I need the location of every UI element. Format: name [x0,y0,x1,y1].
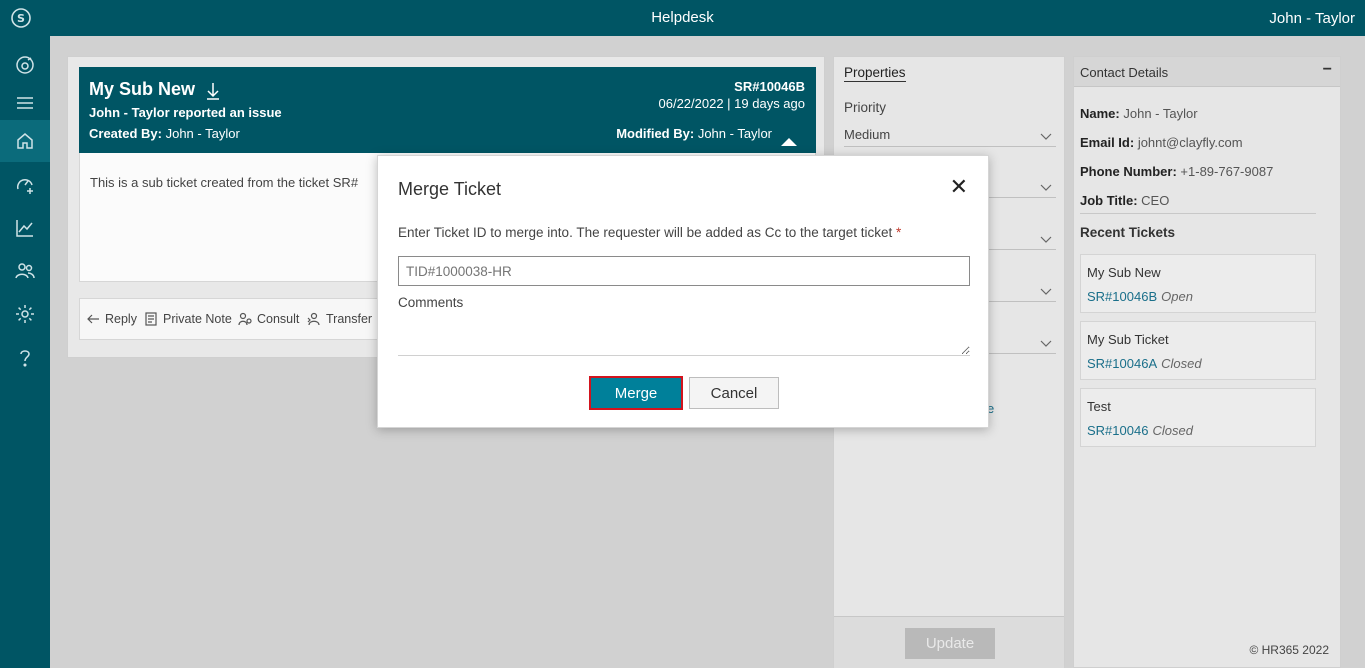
ticket-sr-number: SR#10046B [734,79,805,94]
consult-icon [238,312,252,326]
private-note-button[interactable]: Private Note [144,312,232,326]
sidebar-item-users[interactable] [0,250,50,292]
recent-ticket-link[interactable]: SR#10046B Open [1087,289,1193,304]
minimize-icon[interactable]: − [1323,61,1332,79]
comments-label: Comments [398,295,464,310]
contact-name: Name: John - Taylor [1080,106,1198,121]
priority-label: Priority [844,100,887,115]
ticket-modified: Modified By: John - Taylor [616,126,772,141]
sidebar-item-help[interactable] [0,337,50,379]
comments-textarea[interactable] [398,313,970,356]
dialog-description: Enter Ticket ID to merge into. The reque… [398,225,902,240]
transfer-icon [307,312,320,326]
ticket-title: My Sub New [89,79,196,99]
chevron-down-icon [1040,133,1052,140]
collapse-icon[interactable] [781,138,797,146]
chevron-down-icon [1040,184,1052,191]
recent-tickets-title: Recent Tickets [1080,225,1176,240]
chevron-down-icon [1040,340,1052,347]
sidebar-item-settings[interactable] [0,293,50,335]
sidebar-item-reports[interactable] [0,207,50,249]
properties-title: Properties [844,65,906,82]
recent-ticket-link[interactable]: SR#10046A Closed [1087,356,1202,371]
recent-ticket-name: My Sub New [1087,265,1161,280]
ticket-header: My Sub New John - Taylor reported an iss… [79,67,816,153]
cancel-button[interactable]: Cancel [689,377,779,409]
top-bar: S Helpdesk John - Taylor [0,0,1365,36]
help-icon [20,350,30,367]
gear-icon [16,305,34,323]
ticket-id-input[interactable] [398,256,970,286]
ticket-reported: John - Taylor reported an issue [89,105,282,120]
ticket-description: This is a sub ticket created from the ti… [90,175,359,190]
contact-phone: Phone Number: +1-89-767-9087 [1080,164,1274,179]
sidebar-item-requests[interactable] [0,164,50,206]
menu-icon [17,97,33,109]
merge-button[interactable]: Merge [589,376,683,410]
update-button[interactable]: Update [905,628,995,659]
people-icon [15,263,35,279]
merge-ticket-dialog: Merge Ticket ✕ Enter Ticket ID to merge … [377,155,989,428]
sidebar-item-dashboard[interactable] [0,44,50,86]
recent-ticket-card[interactable]: Test SR#10046 Closed [1080,388,1316,447]
contact-panel: Contact Details − Name: John - Taylor Em… [1073,56,1341,668]
sidebar [0,36,50,668]
home-icon [17,133,33,149]
sidebar-item-home[interactable] [0,120,50,162]
chevron-down-icon [1040,236,1052,243]
ticket-date: 06/22/2022 | 19 days ago [658,96,806,111]
recent-ticket-card[interactable]: My Sub Ticket SR#10046A Closed [1080,321,1316,380]
transfer-button[interactable]: Transfer [307,312,372,326]
recent-ticket-card[interactable]: My Sub New SR#10046B Open [1080,254,1316,313]
contact-header: Contact Details − [1074,57,1340,87]
contact-email: Email Id: johnt@clayfly.com [1080,135,1243,150]
reply-button[interactable]: Reply [86,312,137,326]
chevron-down-icon [1040,288,1052,295]
download-icon[interactable] [205,81,221,101]
dashboard-icon [16,56,34,74]
recent-ticket-link[interactable]: SR#10046 Closed [1087,423,1193,438]
arrow-left-icon [87,314,99,324]
chart-icon [16,220,33,237]
dialog-title: Merge Ticket [398,179,502,199]
recent-ticket-name: My Sub Ticket [1087,332,1169,347]
user-name[interactable]: John - Taylor [1269,10,1355,27]
contact-job: Job Title: CEO [1080,193,1170,208]
app-title: Helpdesk [651,9,714,26]
priority-select[interactable]: Medium [844,127,1056,147]
divider [1080,213,1316,214]
properties-footer: Update [834,616,1064,668]
recent-ticket-name: Test [1087,399,1111,414]
contact-title: Contact Details [1080,65,1169,80]
speedometer-add-icon [16,179,33,194]
copyright: © HR365 2022 [1249,643,1329,657]
sidebar-item-menu[interactable] [0,82,50,124]
consult-button[interactable]: Consult [238,312,299,326]
note-icon [145,312,157,326]
close-icon[interactable]: ✕ [950,174,968,200]
ticket-created: Created By: John - Taylor [89,126,240,141]
